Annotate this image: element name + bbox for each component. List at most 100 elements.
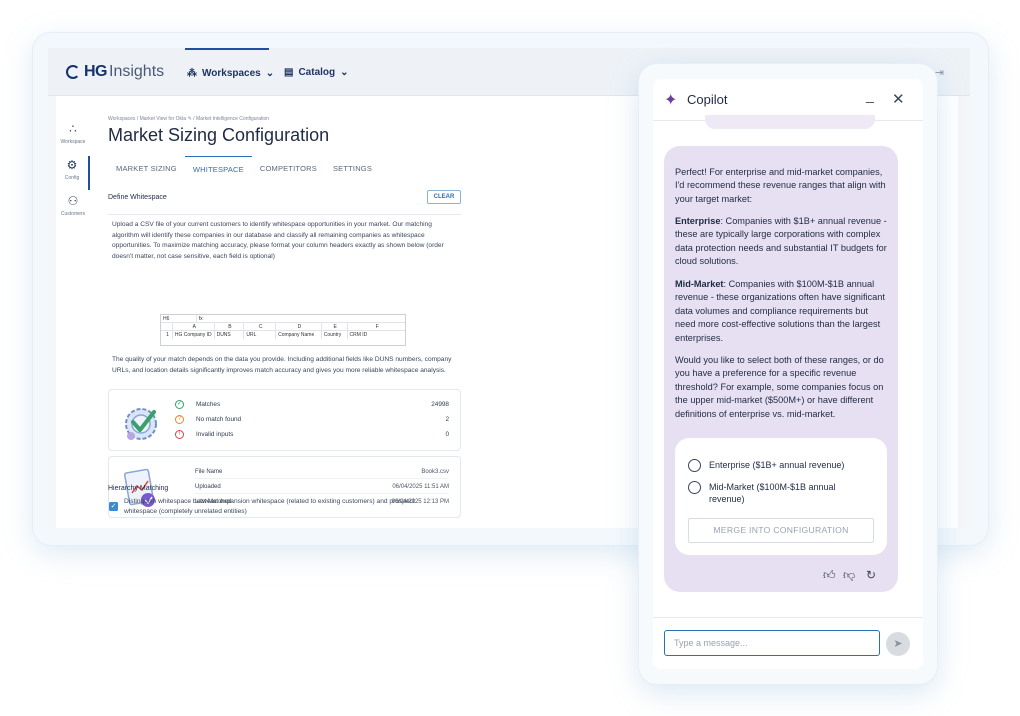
option-mid-market[interactable]: Mid-Market ($100M-$1B annual revenue): [688, 481, 868, 505]
breadcrumb-current: Market Intelligence Configuration: [195, 116, 270, 122]
option-label: Enterprise ($1B+ annual revenue): [709, 460, 845, 470]
sidebar-item-label: Customers: [60, 211, 86, 217]
edit-icon[interactable]: ✎: [188, 116, 192, 122]
header-cell: Country: [322, 331, 348, 339]
radio-button[interactable]: [688, 481, 701, 494]
question-circle-icon: ?: [175, 414, 184, 424]
cell-ref: H6: [161, 315, 197, 322]
stat-value: 0: [445, 430, 449, 438]
midmarket-label: Mid-Market: [675, 279, 724, 289]
file-value: 06/04/2025 11:51 AM: [392, 483, 449, 490]
file-value: Book3.csv: [421, 468, 449, 475]
divider: [653, 617, 923, 618]
workspaces-icon: ⁂: [187, 67, 197, 79]
stat-value: 2: [445, 415, 449, 423]
close-icon[interactable]: ✕: [892, 90, 905, 108]
sidebar-item-label: Workspace: [60, 139, 86, 145]
sidebar-item-customers[interactable]: ⚇ Customers: [56, 194, 90, 217]
option-enterprise[interactable]: Enterprise ($1B+ annual revenue): [688, 459, 844, 472]
minimize-icon[interactable]: _: [866, 87, 874, 103]
sidebar-item-label: Config: [64, 175, 80, 181]
tab-competitors[interactable]: COMPETITORS: [252, 156, 325, 182]
hierarchy-matching-checkbox[interactable]: ✓: [109, 502, 118, 511]
gear-check-illustration-icon: [125, 408, 157, 440]
col-letter: D: [276, 323, 322, 330]
catalog-icon: ▤: [284, 66, 294, 78]
file-row-name: File Name Book3.csv: [195, 465, 449, 479]
col-letter: C: [244, 323, 277, 330]
chevron-down-icon: ⌄: [340, 66, 349, 78]
header-cell: HG Company ID: [173, 331, 215, 339]
copilot-title: Copilot: [687, 92, 728, 107]
radio-button[interactable]: [688, 459, 701, 472]
logo-mark-icon: [66, 65, 80, 79]
header-cell: Company Name: [276, 331, 322, 339]
merge-into-configuration-button[interactable]: MERGE INTO CONFIGURATION: [688, 518, 874, 543]
match-stats-card: ✓ Matches 24998 ? No match found 2 ! Inv…: [108, 389, 461, 451]
tab-whitespace[interactable]: WHITESPACE: [184, 156, 252, 182]
breadcrumb-market-view[interactable]: Market View for Okta: [140, 116, 187, 122]
copilot-panel: ✦ Copilot _ ✕ Perfect! For enterprise an…: [653, 79, 923, 669]
check-circle-icon: ✓: [175, 399, 184, 409]
whitespace-intro-text: Upload a CSV file of your current custom…: [112, 221, 444, 260]
stat-value: 24998: [431, 400, 449, 408]
clear-button[interactable]: CLEAR: [427, 190, 461, 204]
sparkle-icon: ✦: [664, 92, 678, 109]
nav-catalog[interactable]: ▤ Catalog ⌄: [284, 48, 349, 96]
enterprise-label: Enterprise: [675, 216, 721, 226]
page-title: Market Sizing Configuration: [108, 125, 330, 145]
thumbs-up-icon[interactable]: 👍︎: [823, 568, 836, 583]
file-label: File Name: [195, 468, 223, 475]
enterprise-paragraph: Enterprise: Companies with $1B+ annual r…: [675, 215, 889, 269]
nav-workspaces[interactable]: ⁂ Workspaces ⌄: [185, 48, 274, 96]
assistant-intro-text: Perfect! For enterprise and mid-market c…: [675, 167, 886, 204]
col-letter: A: [173, 323, 215, 330]
refresh-icon[interactable]: ↻: [866, 568, 876, 582]
option-label: Mid-Market ($100M-$1B annual revenue): [709, 482, 836, 504]
config-tabs: MARKET SIZING WHITESPACE COMPETITORS SET…: [108, 156, 380, 182]
send-icon[interactable]: ➤: [886, 632, 910, 656]
breadcrumb: Workspaces / Market View for Okta ✎ / Ma…: [108, 116, 270, 122]
fx-label: fx: [198, 316, 203, 322]
divider: [108, 214, 461, 215]
gear-icon: ⚙: [66, 158, 78, 172]
hierarchy-matching-text: Distinguish whitespace between expansion…: [124, 498, 415, 515]
col-letter: B: [215, 323, 245, 330]
midmarket-paragraph: Mid-Market: Companies with $100M-$1B ann…: [675, 278, 889, 345]
define-whitespace-title: Define Whitespace: [108, 194, 167, 201]
csv-format-example: H6 fx A B C D E F 1 HG Company ID DUNS U…: [160, 314, 406, 346]
customers-icon: ⚇: [67, 194, 79, 208]
header-cell: URL: [244, 331, 277, 339]
sidebar-item-workspace[interactable]: ∴ Workspace: [56, 122, 90, 145]
tab-market-sizing[interactable]: MARKET SIZING: [108, 156, 185, 182]
message-input[interactable]: Type a message...: [664, 630, 880, 656]
thumbs-down-icon[interactable]: 👎︎: [843, 568, 855, 583]
sidebar-item-config[interactable]: ⚙ Config: [56, 156, 90, 190]
logo-insights-text: Insights: [109, 63, 165, 80]
logo-hg-text: HG: [84, 63, 108, 80]
header-cell: CRM ID: [349, 332, 368, 338]
file-row-uploaded: Uploaded 06/04/2025 11:51 AM: [195, 480, 449, 494]
nav-workspaces-label: Workspaces: [202, 67, 261, 79]
stat-label: Matches: [196, 400, 221, 408]
formula-bar: H6 fx: [161, 315, 405, 323]
row-number: 1: [161, 331, 173, 339]
breadcrumb-workspaces[interactable]: Workspaces: [108, 116, 135, 122]
revenue-options-card: Enterprise ($1B+ annual revenue) Mid-Mar…: [675, 438, 887, 555]
hierarchy-matching-title: Hierarchy Matching: [108, 485, 169, 492]
file-label: Uploaded: [195, 483, 221, 490]
hg-insights-logo[interactable]: HG Insights: [66, 63, 164, 81]
assistant-question-text: Would you like to select both of these r…: [675, 355, 884, 419]
stat-label: No match found: [196, 415, 242, 423]
chevron-down-icon: ⌄: [265, 67, 275, 79]
previous-message-bubble: [705, 115, 875, 129]
column-letters-row: A B C D E F: [161, 323, 405, 331]
nav-catalog-label: Catalog: [298, 66, 336, 78]
header-row: 1 HG Company ID DUNS URL Company Name Co…: [161, 331, 405, 339]
left-sidebar: ∴ Workspace ⚙ Config ⚇ Customers: [56, 96, 90, 528]
col-letter: F: [375, 324, 379, 330]
stat-label: Invalid inputs: [196, 430, 234, 438]
stat-row-no-match: ? No match found 2: [175, 413, 449, 425]
stat-row-invalid: ! Invalid inputs 0: [175, 428, 449, 440]
tab-settings[interactable]: SETTINGS: [325, 156, 380, 182]
